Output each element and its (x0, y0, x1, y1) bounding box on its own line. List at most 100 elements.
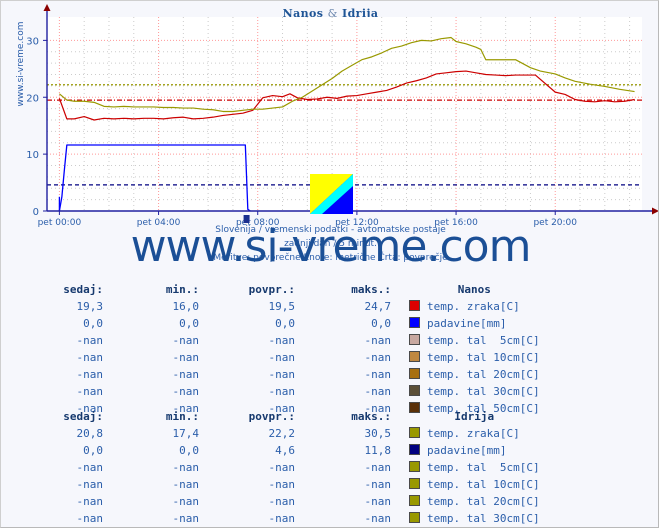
cell-sedaj: -nan (76, 351, 104, 364)
header-povpr: povpr.: (248, 283, 295, 296)
cell-series: padavine[mm] (399, 442, 540, 459)
cell-min: -nan (172, 334, 200, 347)
chart-area: Nanos & Idrija www.si-vreme.com 0 10 20 30 p… (1, 1, 658, 273)
cell-series: temp. tal 30cm[C] (399, 510, 540, 527)
series-label: temp. tal 20cm[C] (427, 368, 540, 381)
cell-sedaj: -nan (76, 461, 104, 474)
cell-povpr: -nan (268, 385, 296, 398)
series-color-swatch-icon (409, 427, 420, 438)
cell-min: -nan (172, 461, 200, 474)
x-axis-arrow-icon (652, 207, 658, 215)
caption-source: Slovenija / vremenski podatki - avtomats… (215, 225, 446, 235)
series-color-swatch-icon (409, 385, 420, 396)
y-tick-label: 10 (26, 150, 39, 161)
stats-table-nanos: sedaj: min.: povpr.: maks.: Nanos 19,3 16… (15, 281, 540, 417)
cell-povpr: -nan (268, 334, 296, 347)
caption-period: zadnji dan / 5 minut. (284, 239, 377, 249)
cell-povpr: -nan (268, 478, 296, 491)
cell-povpr: -nan (268, 351, 296, 364)
table-row: -nan -nan -nan -nan temp. tal 20cm[C] (15, 366, 540, 383)
cell-maks: -nan (364, 512, 392, 525)
series-label: temp. tal 10cm[C] (427, 351, 540, 364)
series-label: temp. zraka[C] (427, 300, 520, 313)
cell-maks: 0,0 (371, 317, 391, 330)
cell-maks: -nan (364, 495, 392, 508)
header-station-nanos: Nanos (457, 283, 491, 296)
cell-maks: -nan (364, 461, 392, 474)
cell-min: -nan (172, 512, 200, 525)
cell-povpr: 0,0 (275, 317, 295, 330)
axis-marker-icon (243, 215, 250, 223)
legend-table-nanos: sedaj: min.: povpr.: maks.: Nanos 19,3 16… (1, 281, 658, 417)
table-row: -nan -nan -nan -nan temp. tal 20cm[C] (15, 493, 540, 510)
cell-series: temp. tal 10cm[C] (399, 349, 540, 366)
cell-min: -nan (172, 368, 200, 381)
cell-maks: 11,8 (364, 444, 392, 457)
cell-min: 0,0 (179, 444, 199, 457)
cell-series: temp. zraka[C] (399, 298, 540, 315)
header-min: min.: (165, 410, 199, 423)
cell-maks: 30,5 (364, 427, 392, 440)
cell-povpr: -nan (268, 461, 296, 474)
stats-table-idrija-body: 20,8 17,4 22,2 30,5 temp. zraka[C] 0,0 0,0 4,6 1… (15, 425, 540, 527)
series-color-swatch-icon (409, 351, 420, 362)
series-label: padavine[mm] (427, 444, 507, 457)
table-header-row: sedaj: min.: povpr.: maks.: Idrija (15, 408, 540, 425)
cell-sedaj: -nan (76, 334, 104, 347)
stats-table-idrija: sedaj: min.: povpr.: maks.: Idrija 20,8 1… (15, 408, 540, 527)
caption-measurements: Meritve: povprečne Enote: metrične Črta:… (213, 253, 448, 263)
slovenia-diagonal-flag-icon (310, 174, 353, 214)
series-color-swatch-icon (409, 512, 420, 523)
cell-min: -nan (172, 385, 200, 398)
table-row: -nan -nan -nan -nan temp. tal 10cm[C] (15, 476, 540, 493)
cell-sedaj: 0,0 (83, 444, 103, 457)
legend-table-idrija: sedaj: min.: povpr.: maks.: Idrija 20,8 1… (1, 408, 658, 527)
cell-series: temp. tal 20cm[C] (399, 493, 540, 510)
series-label: temp. tal 10cm[C] (427, 478, 540, 491)
table-header-row: sedaj: min.: povpr.: maks.: Nanos (15, 281, 540, 298)
series-color-swatch-icon (409, 461, 420, 472)
cell-maks: 24,7 (364, 300, 392, 313)
cell-maks: -nan (364, 351, 392, 364)
cell-min: -nan (172, 495, 200, 508)
cell-min: -nan (172, 351, 200, 364)
cell-series: temp. tal 5cm[C] (399, 459, 540, 476)
cell-min: 0,0 (179, 317, 199, 330)
si-vreme-chart-page: Nanos & Idrija www.si-vreme.com 0 10 20 30 p… (0, 0, 659, 528)
cell-sedaj: 20,8 (76, 427, 104, 440)
table-row: -nan -nan -nan -nan temp. tal 5cm[C] (15, 332, 540, 349)
cell-povpr: 22,2 (268, 427, 296, 440)
table-row: 0,0 0,0 0,0 0,0 padavine[mm] (15, 315, 540, 332)
series-label: temp. tal 30cm[C] (427, 512, 540, 525)
cell-povpr: -nan (268, 368, 296, 381)
cell-povpr: 19,5 (268, 300, 296, 313)
y-tick-label: 20 (26, 93, 39, 104)
header-povpr: povpr.: (248, 410, 295, 423)
cell-sedaj: -nan (76, 512, 104, 525)
cell-series: temp. tal 30cm[C] (399, 383, 540, 400)
header-station-idrija: Idrija (454, 410, 495, 423)
header-sedaj: sedaj: (63, 410, 103, 423)
cell-series: temp. tal 20cm[C] (399, 366, 540, 383)
header-min: min.: (165, 283, 199, 296)
stats-table-nanos-body: 19,3 16,0 19,5 24,7 temp. zraka[C] 0,0 0,0 0,0 0… (15, 298, 540, 417)
series-label: temp. tal 20cm[C] (427, 495, 540, 508)
cell-sedaj: 19,3 (76, 300, 104, 313)
cell-maks: -nan (364, 478, 392, 491)
series-label: temp. zraka[C] (427, 427, 520, 440)
table-row: 0,0 0,0 4,6 11,8 padavine[mm] (15, 442, 540, 459)
table-row: 19,3 16,0 19,5 24,7 temp. zraka[C] (15, 298, 540, 315)
header-sedaj: sedaj: (63, 283, 103, 296)
table-row: -nan -nan -nan -nan temp. tal 30cm[C] (15, 510, 540, 527)
cell-sedaj: 0,0 (83, 317, 103, 330)
series-color-swatch-icon (409, 317, 420, 328)
cell-series: temp. zraka[C] (399, 425, 540, 442)
cell-povpr: 4,6 (275, 444, 295, 457)
y-axis-arrow-icon (43, 4, 51, 11)
series-label: temp. tal 30cm[C] (427, 385, 540, 398)
series-label: temp. tal 5cm[C] (427, 461, 540, 474)
series-color-swatch-icon (409, 478, 420, 489)
cell-series: temp. tal 10cm[C] (399, 476, 540, 493)
y-tick-label: 0 (33, 207, 39, 218)
cell-maks: -nan (364, 385, 392, 398)
